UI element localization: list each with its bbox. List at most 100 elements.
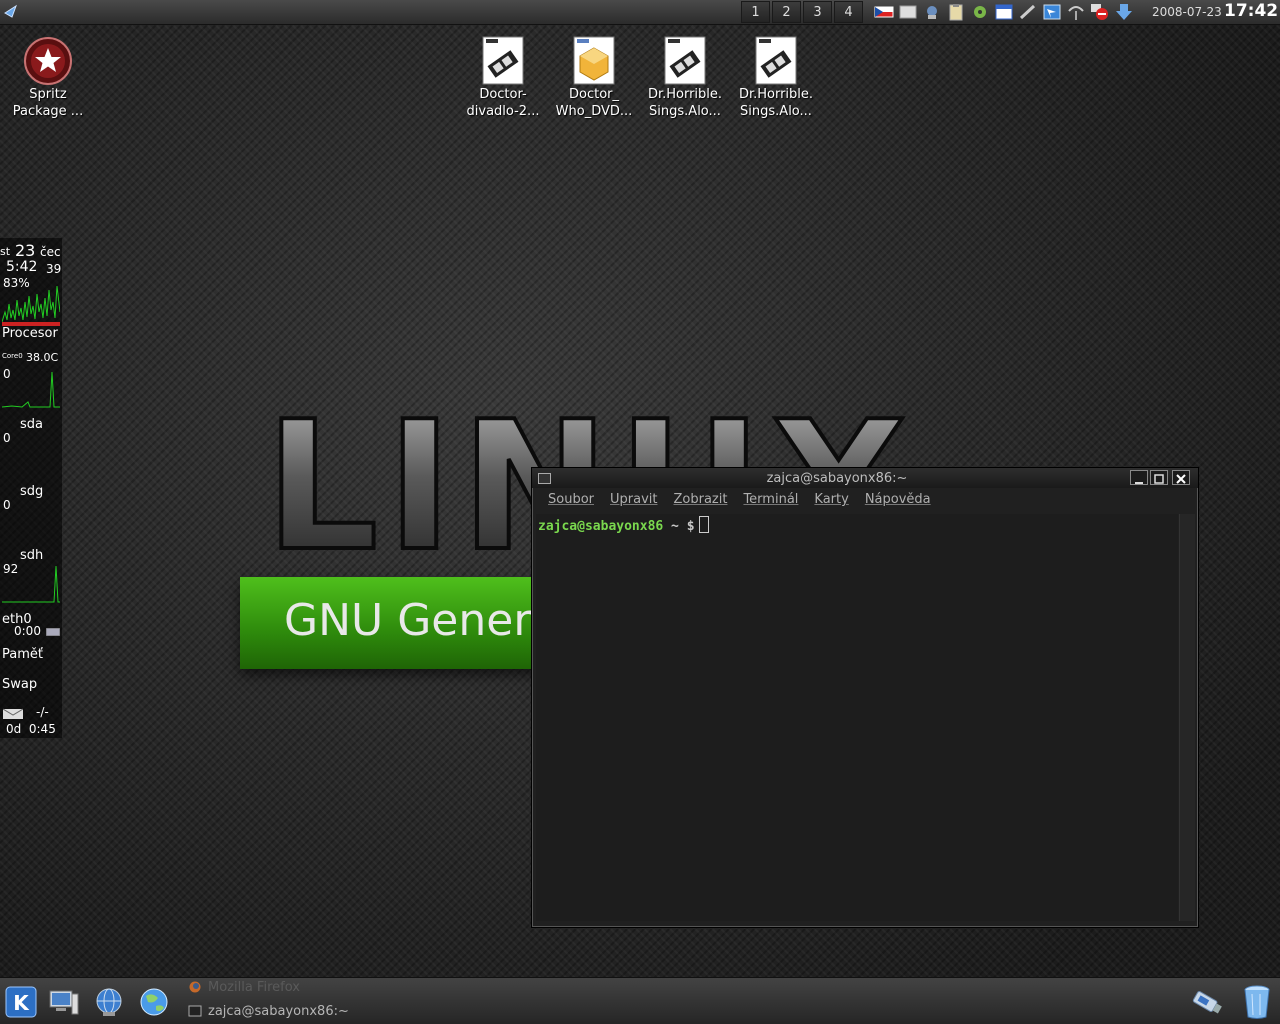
trash-icon[interactable] [1242, 984, 1272, 1020]
panel-clock[interactable]: 17:42 [1224, 1, 1278, 21]
desktop-pager: 1 2 3 4 [741, 1, 865, 23]
desktop-icon-dr-horrible-2[interactable]: Dr.Horrible. Sings.Alo... [730, 36, 822, 120]
desktop-icon-label: Spritz [29, 87, 67, 102]
desktop-icon-label: divadlo-2... [466, 104, 540, 119]
top-panel: 1 2 3 4 2008-07-23 17:42 [0, 0, 1280, 25]
desktop-icon-label: Sings.Alo... [740, 104, 812, 119]
desktop-icon-label: Package ... [12, 104, 84, 119]
firefox-icon [189, 981, 201, 993]
terminal-menubar: Soubor Upravit Zobrazit Terminál Karty N… [536, 492, 1194, 512]
desktop-icon-label: Dr.Horrible. [738, 87, 814, 102]
block-icon[interactable] [1090, 3, 1110, 21]
monitor-mail-value: -/- [36, 705, 49, 719]
desktop-computer-icon[interactable] [48, 986, 80, 1018]
system-tray [874, 3, 1134, 21]
system-monitor-widget: st 23 čec 5:42 39 83% Procesor Core0 38.… [0, 238, 62, 738]
video-file-icon [482, 36, 524, 85]
package-file-icon [573, 36, 615, 85]
display-icon[interactable] [898, 3, 918, 21]
usb-drive-icon[interactable] [1188, 984, 1224, 1020]
monitor-sdh-label: sdh [20, 548, 44, 563]
cpu-temp-graph [2, 371, 60, 408]
menu-view[interactable]: Zobrazit [673, 492, 727, 512]
monitor-memory-label: Paměť [2, 647, 43, 662]
monitor-swap-label: Swap [2, 677, 38, 692]
star-badge-icon [24, 37, 72, 85]
desktop-icon-doctor-who-dvd[interactable]: Doctor_ Who_DVD... [548, 36, 640, 120]
menu-arrow-icon[interactable] [2, 3, 20, 21]
keyboard-layout-icon[interactable] [874, 3, 894, 21]
monitor-day: st [0, 245, 11, 258]
terminal-title: zajca@sabayonx86:~ [766, 471, 908, 486]
settings-icon[interactable] [970, 3, 990, 21]
monitor-core-label: Core0 [2, 352, 23, 360]
minimize-icon [1135, 482, 1143, 484]
desktop-icon-label: Doctor_ [568, 87, 619, 102]
terminal-output[interactable]: zajca@sabayonx86 ~ $ [536, 514, 1178, 921]
prompt-line: zajca@sabayonx86 ~ $ [538, 516, 709, 534]
panel-date[interactable]: 2008-07-23 [1152, 5, 1222, 19]
text-cursor [698, 516, 709, 533]
monitor-cpu-label: Procesor [2, 326, 58, 341]
terminal-scrollbar[interactable] [1179, 514, 1195, 921]
cpu-load-graph [2, 285, 60, 326]
desktop-icon-label: Sings.Alo... [649, 104, 721, 119]
monitor-day-number: 23 [15, 241, 36, 260]
terminal-window[interactable]: zajca@sabayonx86:~ Soubor Upravit Zobraz… [531, 467, 1199, 928]
window-icon[interactable] [1042, 3, 1062, 21]
prompt-user-host: zajca@sabayonx86 [538, 519, 664, 534]
network-icon[interactable] [922, 3, 942, 21]
task-label: Mozilla Firefox [208, 980, 300, 995]
kde-menu-icon[interactable]: K [5, 986, 37, 1018]
monitor-time: 5:42 [6, 259, 38, 275]
desktop-icon-dr-horrible-1[interactable]: Dr.Horrible. Sings.Alo... [639, 36, 731, 120]
menu-help[interactable]: Nápověda [865, 492, 931, 512]
menu-edit[interactable]: Upravit [610, 492, 657, 512]
desktop-icon-label: Doctor- [479, 87, 527, 102]
video-file-icon [664, 36, 706, 85]
menu-file[interactable]: Soubor [548, 492, 594, 512]
terminal-titlebar[interactable]: zajca@sabayonx86:~ [532, 468, 1198, 488]
video-file-icon [755, 36, 797, 85]
wallpaper-gnu-banner: GNU Genera [240, 577, 540, 669]
clipboard-icon[interactable] [946, 3, 966, 21]
monitor-seconds: 39 [46, 262, 62, 276]
svg-text:K: K [13, 991, 30, 1015]
disk-io-graph [2, 565, 60, 603]
close-button[interactable] [1172, 470, 1190, 485]
terminal-icon [188, 1005, 202, 1017]
maximize-button[interactable] [1150, 470, 1168, 485]
desktop-icon-label: Dr.Horrible. [647, 87, 723, 102]
desktop-icon-doctor-divadlo[interactable]: Doctor- divadlo-2... [457, 36, 549, 120]
wifi-icon[interactable] [1066, 3, 1086, 21]
tool-icon[interactable] [1018, 3, 1038, 21]
monitor-sdg-label: sdg [20, 484, 44, 499]
monitor-sda-label: sda [20, 417, 43, 432]
monitor-uptime: 0d 0:45 [6, 722, 56, 736]
pager-desktop-2[interactable]: 2 [772, 1, 801, 23]
network-activity-icon [46, 628, 60, 636]
menu-tabs[interactable]: Karty [814, 492, 848, 512]
pager-desktop-4[interactable]: 4 [834, 1, 863, 23]
konqueror-globe-icon[interactable] [93, 986, 125, 1018]
monitor-temperature: 38.0C [26, 351, 59, 364]
desktop-icon-spritz[interactable]: Spritz Package ... [2, 36, 94, 120]
menu-terminal[interactable]: Terminál [743, 492, 798, 512]
pager-desktop-1[interactable]: 1 [741, 1, 770, 23]
close-icon [1176, 474, 1186, 484]
minimize-button[interactable] [1130, 470, 1148, 485]
prompt-path: ~ $ [663, 519, 695, 534]
task-terminal[interactable]: zajca@sabayonx86:~ [188, 1004, 349, 1024]
calendar-icon[interactable] [994, 3, 1014, 21]
monitor-sda-value: 0 [3, 431, 11, 445]
download-icon[interactable] [1114, 3, 1134, 21]
task-label: zajca@sabayonx86:~ [208, 1004, 349, 1019]
task-mozilla-firefox[interactable]: Mozilla Firefox [188, 980, 300, 1000]
pager-desktop-3[interactable]: 3 [803, 1, 832, 23]
mail-envelope-icon [3, 708, 23, 719]
wallpaper-banner-text: GNU Genera [284, 595, 540, 646]
bottom-panel: K Mozilla Firefox zajca@sabayonx86:~ [0, 977, 1280, 1024]
internet-globe-icon[interactable] [138, 986, 170, 1018]
maximize-icon [1154, 474, 1164, 484]
monitor-month: čec [40, 245, 61, 259]
